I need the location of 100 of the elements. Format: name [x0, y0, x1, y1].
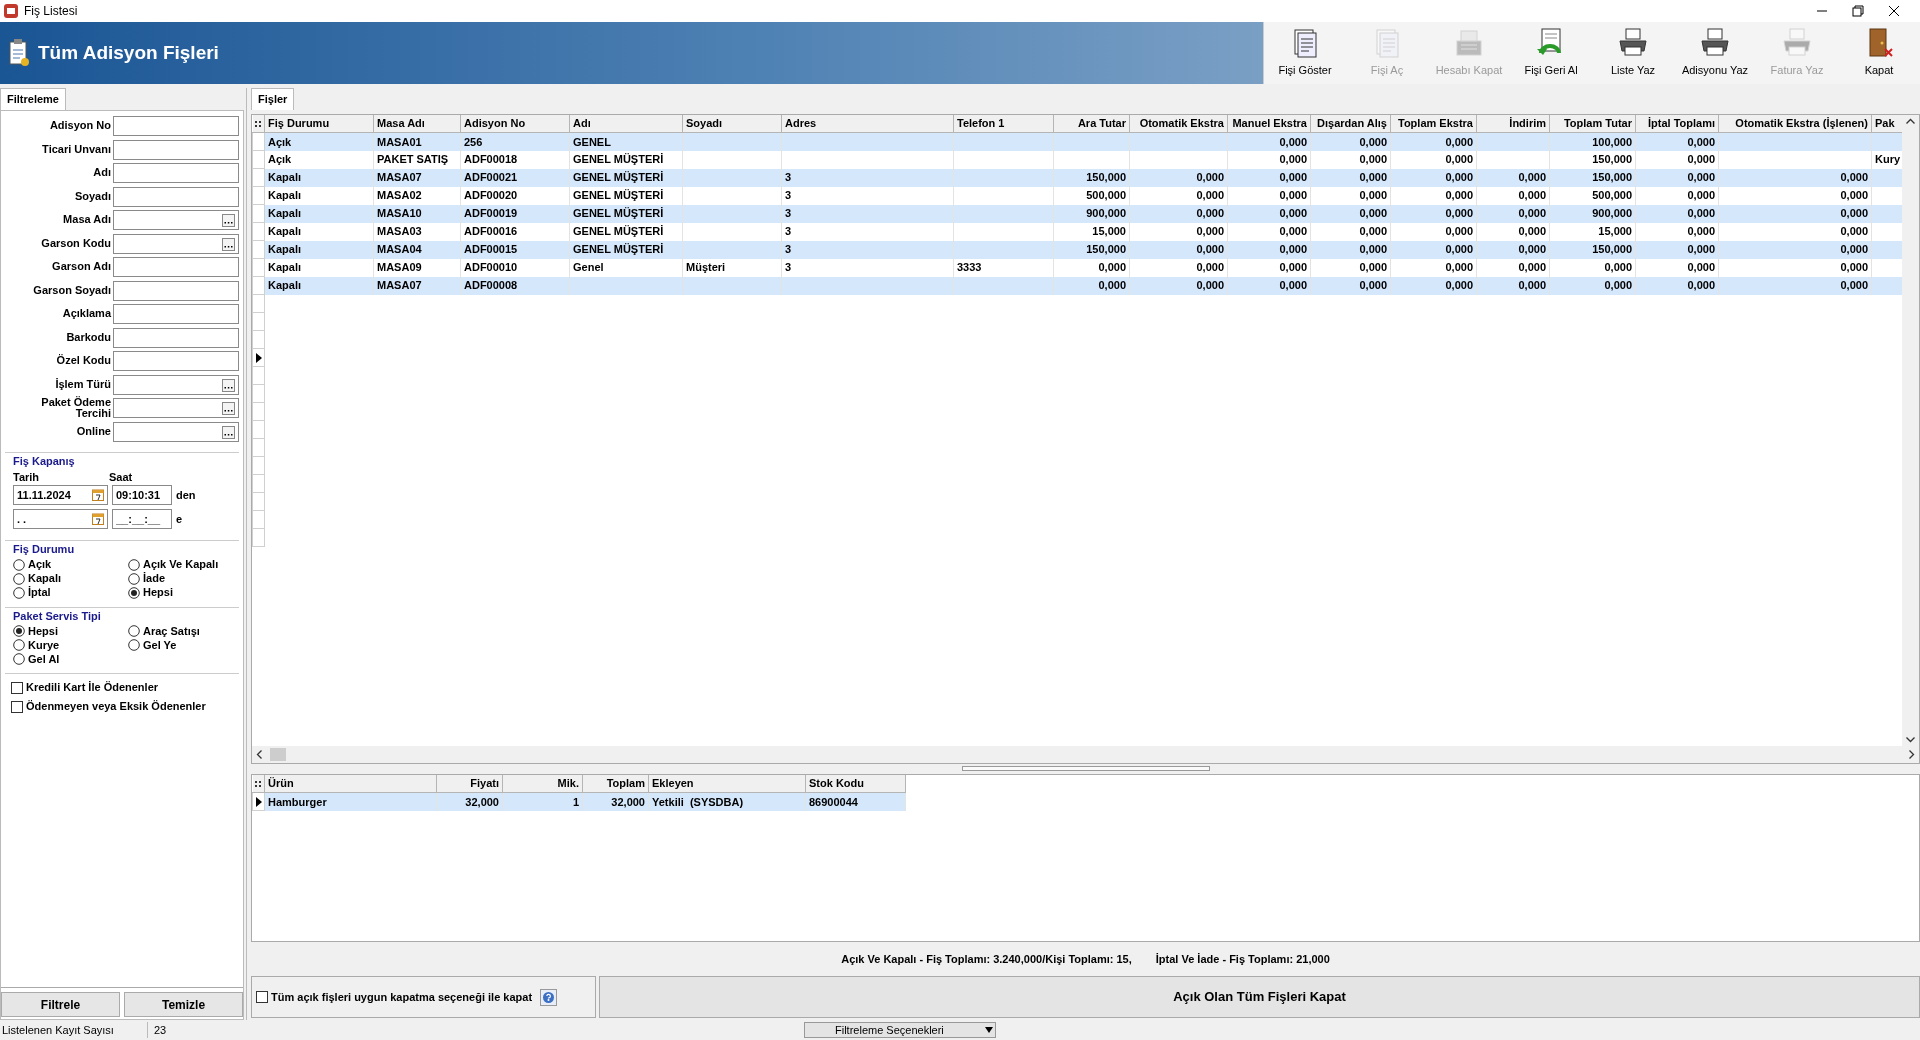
close-icon[interactable] [1888, 5, 1900, 17]
column-header[interactable]: Otomatik Ekstra (İşlenen) [1718, 114, 1872, 133]
column-header[interactable]: Manuel Ekstra [1227, 114, 1311, 133]
radio-button[interactable] [13, 572, 25, 585]
input-field[interactable] [113, 327, 239, 348]
toolbar-button[interactable]: Fişi Geri Al [1510, 22, 1592, 84]
column-header[interactable]: Masa Adı [373, 114, 461, 133]
option-label[interactable]: Açık Ve Kapalı [143, 556, 219, 573]
scroll-thumb[interactable] [270, 747, 286, 761]
toolbar-button[interactable]: Adisyonu Yaz [1674, 22, 1756, 84]
column-header[interactable]: Toplam Tutar [1549, 114, 1636, 133]
toolbar-button[interactable]: Liste Yaz [1592, 22, 1674, 84]
option-label[interactable]: Hepsi [143, 584, 173, 601]
column-header[interactable]: Fiş Durumu [264, 114, 374, 133]
input-field[interactable] [113, 257, 239, 278]
restore-icon[interactable] [1852, 5, 1864, 17]
column-header[interactable]: İptal Toplamı [1635, 114, 1719, 133]
radio-button[interactable] [128, 558, 140, 571]
column-header[interactable]: Soyadı [682, 114, 782, 133]
radio-button[interactable] [128, 572, 140, 585]
radio-button[interactable] [13, 586, 25, 599]
table-cell: MASA04 [373, 240, 461, 259]
splitter-handle[interactable] [961, 766, 1210, 771]
time-field[interactable]: __:__:__ [112, 509, 172, 529]
radio-button[interactable] [128, 625, 140, 637]
column-header[interactable]: Ara Tutar [1053, 114, 1130, 133]
horizontal-scrollbar[interactable] [252, 745, 1919, 763]
input-field[interactable] [113, 421, 239, 442]
column-header[interactable]: Otomatik Ekstra [1129, 114, 1228, 133]
column-header[interactable]: Fiyatı [436, 774, 503, 793]
filter-button[interactable]: Filtrele [1, 992, 120, 1017]
input-field[interactable] [113, 210, 239, 231]
radio-button[interactable] [13, 639, 25, 651]
filter-button[interactable]: Temizle [124, 992, 243, 1017]
radio-button[interactable] [128, 639, 140, 651]
date-field[interactable]: 11.11.2024 [13, 485, 108, 505]
tab[interactable]: Filtreleme [0, 88, 66, 110]
checkbox-label[interactable]: Kredili Kart İle Ödenenler [26, 679, 159, 696]
grid-menu-icon[interactable] [255, 121, 262, 128]
input-field[interactable] [113, 163, 239, 184]
checkbox[interactable] [11, 700, 23, 713]
column-header[interactable]: Adisyon No [460, 114, 570, 133]
calendar-icon[interactable] [92, 512, 104, 525]
field-suffix: den [176, 487, 196, 503]
scroll-down-icon[interactable] [1906, 736, 1915, 743]
input-field[interactable] [113, 351, 239, 372]
checkbox-label[interactable]: Tüm açık fişleri uygun kapatma seçeneği ile kapat [271, 988, 533, 1006]
column-header[interactable]: İndirim [1476, 114, 1550, 133]
column-header[interactable]: Telefon 1 [953, 114, 1054, 133]
column-header[interactable]: Pak [1871, 114, 1902, 133]
input-field[interactable] [113, 116, 239, 137]
radio-button[interactable] [13, 558, 25, 571]
option-label[interactable]: İptal [28, 584, 51, 601]
checkbox-label[interactable]: Ödenmeyen veya Eksik Ödenenler [26, 698, 206, 715]
vertical-scrollbar[interactable] [1902, 114, 1919, 746]
filter-options-dropdown[interactable]: Filtreleme Seçenekleri [804, 1022, 996, 1038]
lookup-button[interactable] [222, 425, 235, 439]
checkbox[interactable] [11, 681, 23, 694]
calendar-icon[interactable] [92, 488, 104, 501]
option-label[interactable]: Açık [28, 556, 52, 573]
option-label[interactable]: Kapalı [28, 570, 61, 587]
input-field[interactable] [113, 374, 239, 395]
help-icon[interactable] [540, 988, 558, 1006]
column-header[interactable]: Dışardan Alış [1310, 114, 1391, 133]
scroll-left-icon[interactable] [256, 749, 262, 759]
input-field[interactable] [113, 280, 239, 301]
toolbar-button[interactable]: Kapat [1838, 22, 1920, 84]
scroll-right-icon[interactable] [1909, 749, 1915, 759]
table-cell: 0,000 [1476, 258, 1550, 277]
time-field[interactable]: 09:10:31 [112, 485, 172, 505]
table-cell: 0,000 [1227, 276, 1311, 295]
column-header[interactable]: Mik. [502, 774, 583, 793]
tab[interactable]: Fişler [251, 88, 295, 110]
input-field[interactable] [113, 233, 239, 254]
radio-button[interactable] [13, 625, 25, 637]
column-header[interactable]: Stok Kodu [805, 774, 906, 793]
toolbar-button[interactable]: Fişi Göster [1264, 22, 1346, 84]
radio-button[interactable] [13, 653, 25, 665]
input-field[interactable] [113, 139, 239, 160]
table-cell: 0,000 [1310, 240, 1391, 259]
input-field[interactable] [113, 186, 239, 207]
lookup-button[interactable] [222, 378, 235, 392]
input-field[interactable] [113, 304, 239, 325]
lookup-button[interactable] [222, 237, 235, 251]
column-header[interactable]: Adres [781, 114, 954, 133]
input-field[interactable] [113, 398, 239, 419]
option-label[interactable]: İade [143, 570, 165, 587]
lookup-button[interactable] [222, 402, 235, 416]
column-header[interactable]: Toplam [582, 774, 649, 793]
grid-menu-icon[interactable] [255, 781, 262, 788]
date-field[interactable]: . . [13, 509, 108, 529]
column-header[interactable]: Ürün [264, 774, 437, 793]
checkbox[interactable] [256, 991, 268, 1003]
lookup-button[interactable] [222, 214, 235, 228]
close-all-button[interactable]: Açık Olan Tüm Fişleri Kapat [599, 976, 1920, 1018]
column-header[interactable]: Toplam Ekstra [1390, 114, 1477, 133]
radio-button[interactable] [128, 586, 140, 599]
scroll-up-icon[interactable] [1906, 117, 1915, 124]
column-header[interactable]: Adı [569, 114, 683, 133]
column-header[interactable]: Ekleyen [648, 774, 806, 793]
